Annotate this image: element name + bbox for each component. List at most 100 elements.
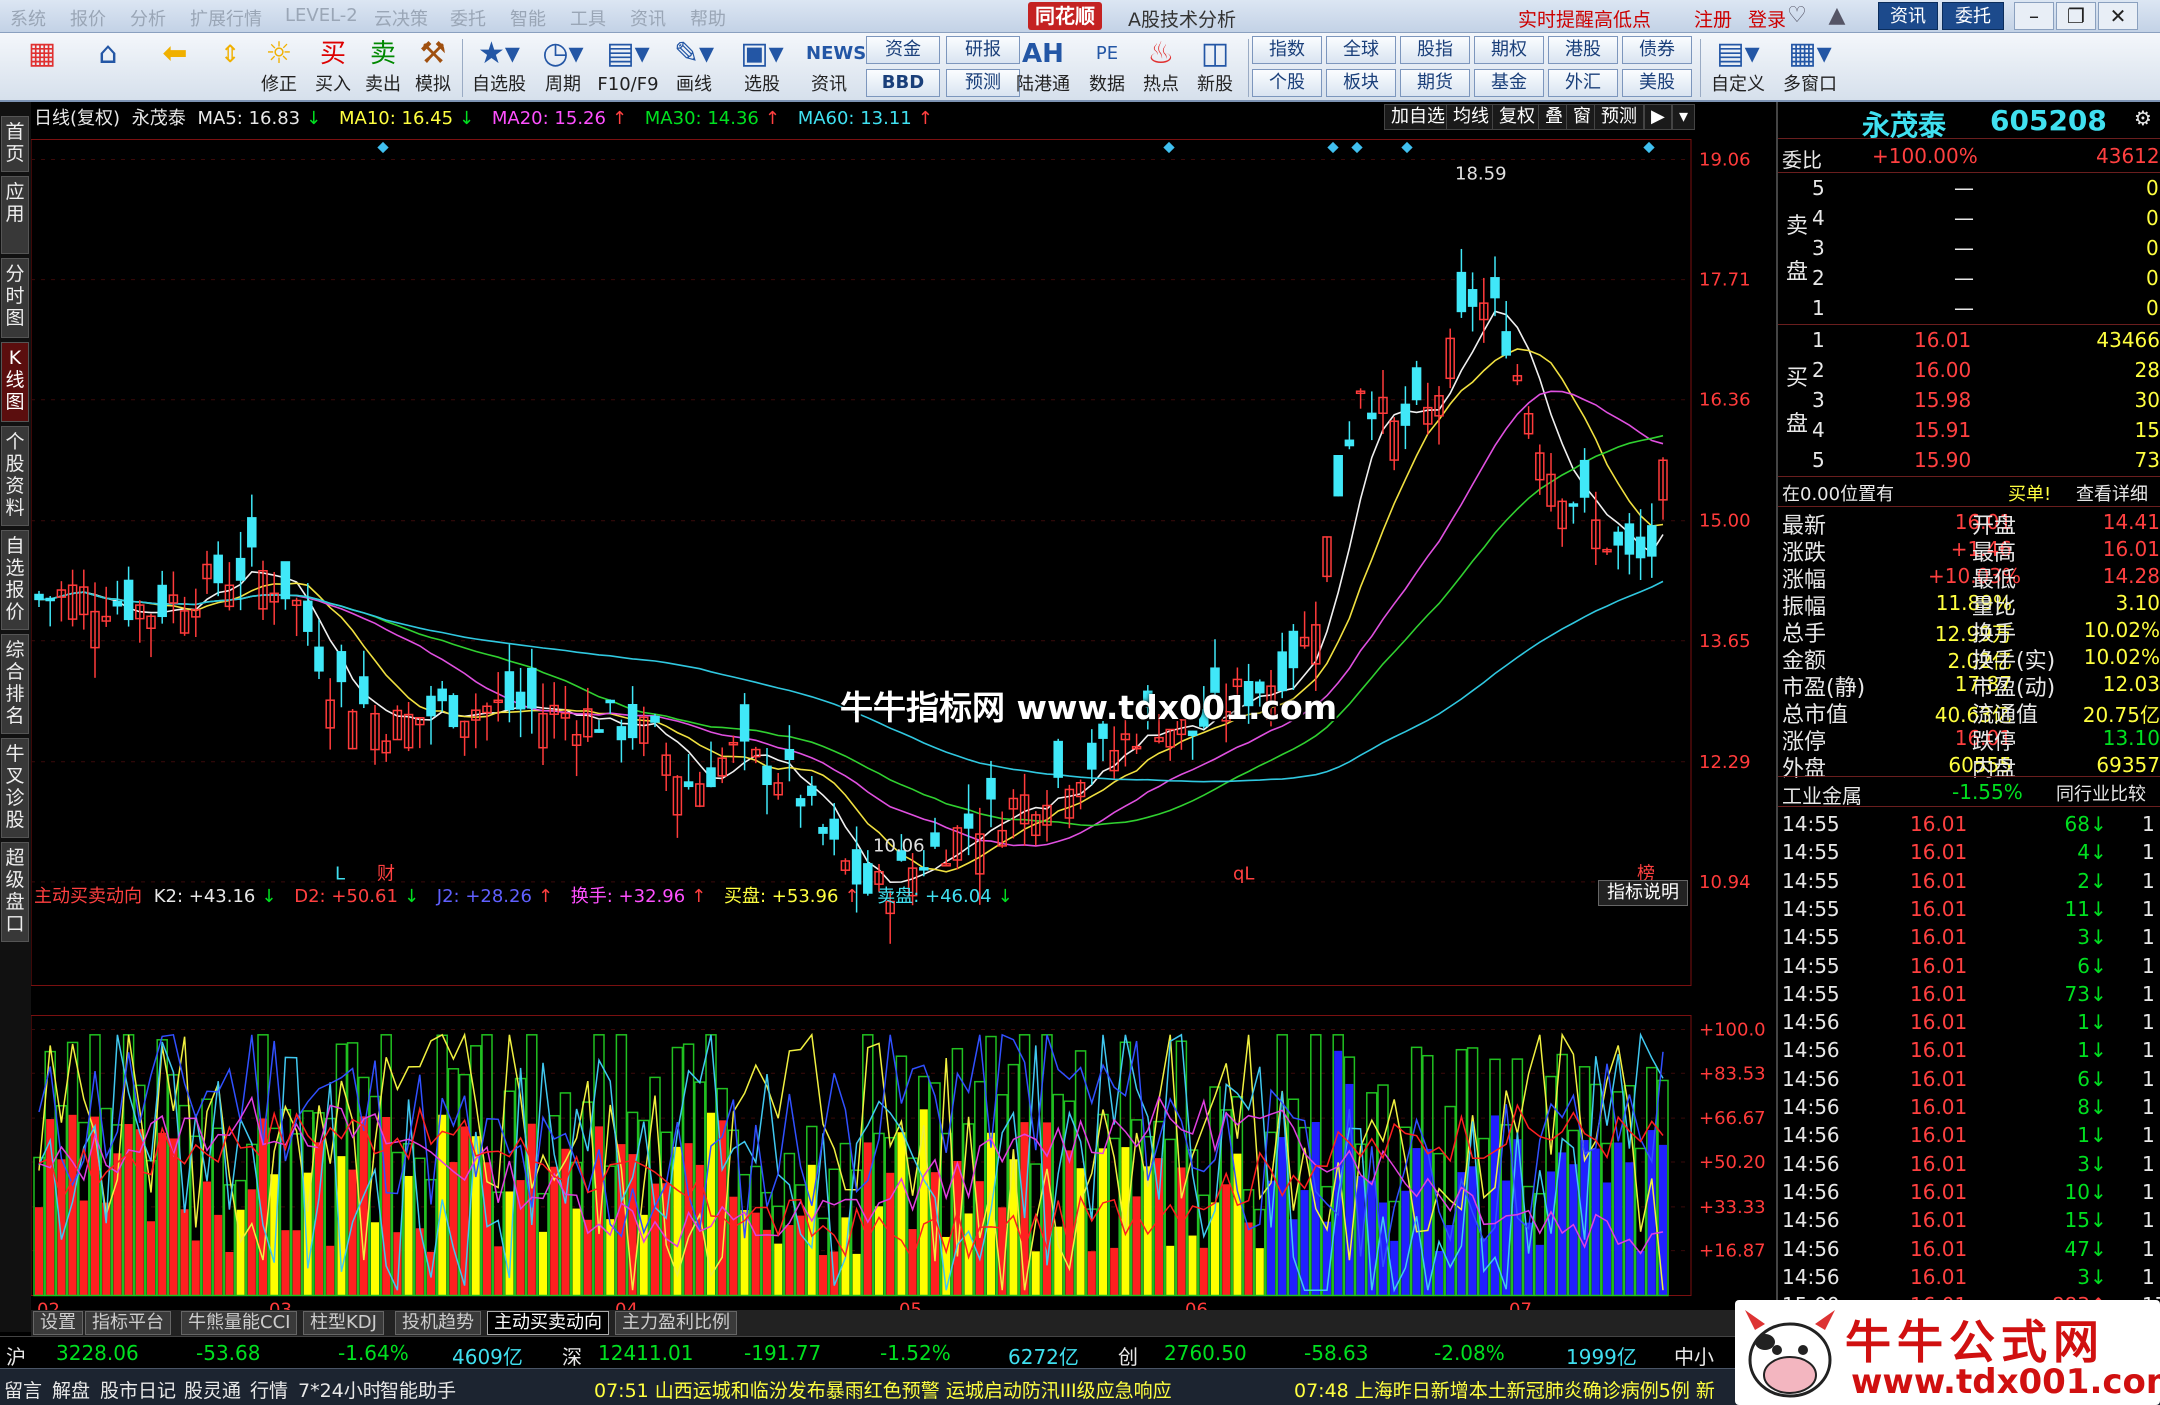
zixun-button[interactable]: 资讯	[1878, 2, 1938, 30]
tick-volume: 1	[2077, 1123, 2090, 1148]
menu-level2[interactable]: LEVEL-2	[285, 5, 358, 26]
menu-system[interactable]: 系统	[10, 5, 46, 31]
forecast-button[interactable]: 预测	[1594, 104, 1644, 130]
forex-button[interactable]: 外汇	[1548, 69, 1618, 97]
register-link[interactable]: 注册	[1694, 5, 1732, 32]
indicator-bar	[1334, 1050, 1343, 1296]
hot-button[interactable]: ♨ 热点	[1136, 35, 1186, 100]
select-stock-button[interactable]: ▣▾ 选股	[730, 35, 794, 100]
multiwindow-button[interactable]: ▦▾ 多窗口	[1778, 35, 1842, 100]
futures-button[interactable]: 期货	[1400, 69, 1470, 97]
tab-main-profit[interactable]: 主力盈利比例	[615, 1311, 737, 1335]
tab-commentary[interactable]: 解盘	[52, 1376, 90, 1403]
sz-label[interactable]: 深	[562, 1341, 582, 1370]
f10-button[interactable]: ▤▾ F10/F9	[596, 35, 660, 100]
tab-cci[interactable]: 牛熊量能CCI	[181, 1311, 298, 1335]
close-icon[interactable]: ✕	[2098, 2, 2138, 30]
tab-diary[interactable]: 股市日记	[100, 1376, 176, 1403]
back-button[interactable]: ⬅	[150, 35, 200, 100]
tab-stock-info[interactable]: 个股资料	[1, 426, 29, 526]
menu-smart[interactable]: 智能	[510, 5, 546, 31]
home-button[interactable]: ⌂	[80, 35, 136, 100]
fund-button[interactable]: 基金	[1474, 69, 1544, 97]
tab-home[interactable]: 首页	[1, 116, 29, 172]
up-down-button[interactable]: ⇕	[212, 35, 248, 100]
stat-value: 10.02%	[2083, 645, 2160, 669]
zijin-button[interactable]: 资金	[866, 36, 940, 64]
us-stock-button[interactable]: 美股	[1622, 69, 1692, 97]
tab-assistant[interactable]: 智能助手	[380, 1376, 456, 1403]
sector-button[interactable]: 板块	[1326, 69, 1396, 97]
custom-button[interactable]: ▤▾ 自定义	[1706, 35, 1770, 100]
global-button[interactable]: 全球	[1326, 36, 1396, 64]
tab-watchlist[interactable]: 自选报价	[1, 530, 29, 630]
tab-ranking[interactable]: 综合排名	[1, 634, 29, 734]
tab-diagnosis[interactable]: 牛叉诊股	[1, 738, 29, 838]
restore-icon[interactable]: ❐	[2056, 2, 2096, 30]
simulate-button[interactable]: ⚒ 模拟	[410, 35, 456, 100]
news-button[interactable]: NEWS 资讯	[800, 35, 866, 100]
shirt-icon[interactable]: ▲	[1822, 3, 1852, 29]
menu-quote[interactable]: 报价	[70, 5, 106, 31]
hk-button[interactable]: 港股	[1548, 36, 1618, 64]
weituo-button[interactable]: 委托	[1942, 2, 2004, 30]
tab-gulingtong[interactable]: 股灵通	[184, 1376, 241, 1403]
news-item-2[interactable]: 07:48 上海昨日新增本土新冠肺炎确诊病例5例 新	[1294, 1376, 1715, 1403]
draw-button[interactable]: ✎▾ 画线	[664, 35, 724, 100]
menu-trade[interactable]: 委托	[450, 5, 486, 31]
ipo-button[interactable]: ◫ 新股	[1190, 35, 1240, 100]
play-icon[interactable]: ▶	[1644, 104, 1672, 130]
tab-active-buysell[interactable]: 主动买卖动向	[487, 1311, 609, 1335]
adjust-button[interactable]: 复权	[1492, 104, 1542, 130]
bell-icon[interactable]: ♡	[1782, 3, 1812, 29]
watchlist-button[interactable]: ★▾ 自选股	[468, 35, 530, 100]
add-watchlist-button[interactable]: 加自选	[1384, 104, 1452, 130]
layout-button[interactable]: ▦	[14, 35, 70, 100]
stock-button[interactable]: 个股	[1252, 69, 1322, 97]
menu-help[interactable]: 帮助	[690, 5, 726, 31]
indicator-help-button[interactable]: 指标说明	[1598, 880, 1688, 906]
bbd-button[interactable]: BBD	[866, 69, 940, 97]
stock-index-button[interactable]: 股指	[1400, 36, 1470, 64]
tab-message[interactable]: 留言	[4, 1376, 42, 1403]
ma-button[interactable]: 均线	[1446, 104, 1496, 130]
fix-button[interactable]: ☼ 修正	[256, 35, 302, 100]
tab-kline[interactable]: K线图	[1, 342, 29, 422]
period-label[interactable]: 日线(复权)	[34, 108, 120, 129]
tab-724[interactable]: 7*24小时	[298, 1376, 382, 1403]
alert-link[interactable]: 实时提醒高低点	[1518, 5, 1651, 32]
tab-level-panel[interactable]: 超级盘口	[1, 842, 29, 942]
smb-label[interactable]: 中小	[1674, 1341, 1714, 1370]
sh-label[interactable]: 沪	[6, 1341, 26, 1370]
ah-button[interactable]: AH 陆港通	[1014, 35, 1072, 100]
menu-info[interactable]: 资讯	[630, 5, 666, 31]
period-button[interactable]: ◷▾ 周期	[534, 35, 592, 100]
tab-trend[interactable]: 投机趋势	[395, 1311, 481, 1335]
menu-ext-quote[interactable]: 扩展行情	[190, 5, 262, 31]
tab-apps[interactable]: 应用	[1, 176, 29, 254]
news-item-1[interactable]: 07:51 山西运城和临汾发布暴雨红色预警 运城启动防汛III级应急响应	[594, 1376, 1172, 1403]
bond-button[interactable]: 债券	[1622, 36, 1692, 64]
yuce-button[interactable]: 预测	[946, 69, 1020, 97]
tab-kdj[interactable]: 柱型KDJ	[303, 1311, 384, 1335]
data-button[interactable]: PE 数据	[1082, 35, 1132, 100]
menu-tools[interactable]: 工具	[570, 5, 606, 31]
minimize-icon[interactable]: –	[2014, 2, 2054, 30]
level: 2	[1812, 358, 1825, 382]
cy-label[interactable]: 创	[1118, 1341, 1138, 1370]
tab-market[interactable]: 行情	[250, 1376, 288, 1403]
options-button[interactable]: 期权	[1474, 36, 1544, 64]
menu-cloud[interactable]: 云决策	[374, 5, 428, 31]
tab-indicator-platform[interactable]: 指标平台	[85, 1311, 171, 1335]
dropdown-icon[interactable]: ▾	[1672, 104, 1696, 130]
login-link[interactable]: 登录	[1748, 5, 1786, 32]
indicator-name[interactable]: 主动买卖动向	[34, 886, 142, 907]
menu-analysis[interactable]: 分析	[130, 5, 166, 31]
candle-body	[303, 600, 313, 632]
sell-button[interactable]: 卖卖出	[360, 35, 406, 100]
index-button[interactable]: 指数	[1252, 36, 1322, 64]
buy-button[interactable]: 买买入	[310, 35, 356, 100]
yanbao-button[interactable]: 研报	[946, 36, 1020, 64]
tab-timeshare[interactable]: 分时图	[1, 258, 29, 338]
tab-settings[interactable]: 设置	[33, 1311, 83, 1335]
